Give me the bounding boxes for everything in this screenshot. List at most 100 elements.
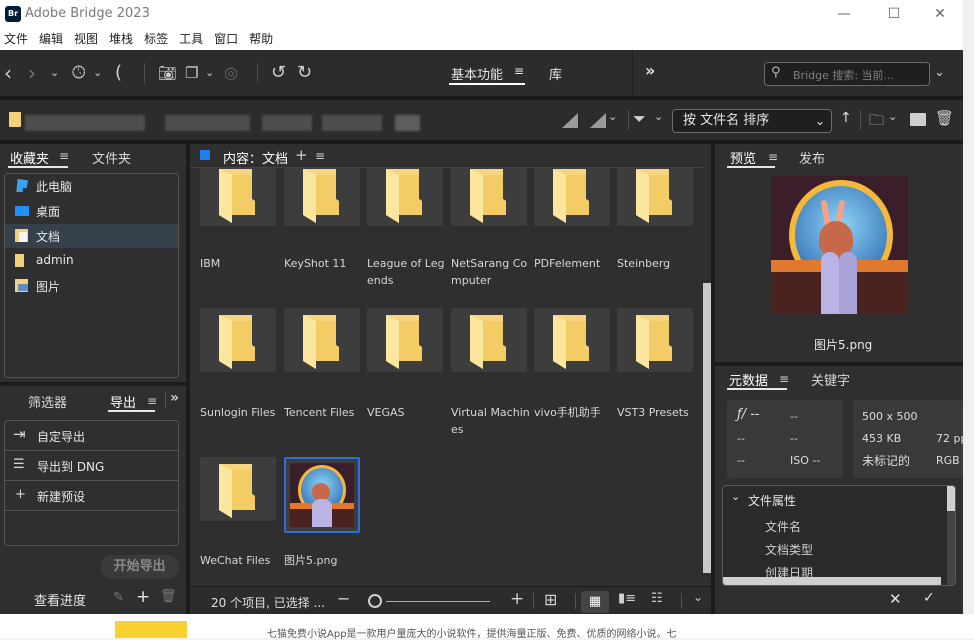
quality-icon[interactable]	[562, 113, 578, 128]
camera-import-icon[interactable]: 📷︎	[158, 50, 177, 96]
menu-stack[interactable]: 堆栈	[105, 30, 140, 50]
back-icon[interactable]: ‹	[4, 50, 12, 96]
workspace-tab-library[interactable]: 库	[549, 64, 562, 83]
folder-thumbnail[interactable]	[451, 168, 527, 226]
folder-thumbnail[interactable]	[451, 308, 527, 372]
tab-export[interactable]: 导出	[110, 392, 136, 411]
folder-thumbnail[interactable]	[534, 308, 610, 372]
path-segment-redacted[interactable]	[322, 115, 382, 131]
filter-rating-icon[interactable]: ⏷	[633, 109, 646, 129]
favorite-item-this-pc[interactable]: 此电脑	[5, 174, 178, 198]
folder-thumbnail[interactable]	[617, 168, 693, 226]
properties-hscroll-thumb[interactable]	[723, 577, 941, 585]
filter-dropdown-icon[interactable]: ⌄	[654, 110, 663, 123]
list-view-icon[interactable]: ☷	[651, 591, 663, 606]
menu-tools[interactable]: 工具	[175, 30, 210, 50]
path-segment-redacted[interactable]	[262, 115, 312, 131]
workspace-tab-essentials[interactable]: 基本功能	[451, 64, 503, 83]
folder-thumbnail[interactable]	[534, 168, 610, 226]
content-menu-icon[interactable]: ≡	[315, 149, 325, 163]
quality-dropdown-icon[interactable]: ⌄	[608, 110, 617, 123]
favorites-menu-icon[interactable]: ≡	[59, 149, 69, 163]
apply-icon[interactable]: ✓	[923, 590, 935, 606]
image-thumbnail[interactable]	[284, 457, 360, 533]
add-preset-icon[interactable]: +	[136, 587, 150, 607]
view-progress-link[interactable]: 查看进度	[34, 590, 86, 609]
folder-thumbnail[interactable]	[367, 168, 443, 226]
maximize-button[interactable]: ☐	[880, 4, 908, 26]
trash-icon[interactable]: 🗑︎	[935, 109, 954, 127]
export-item-custom[interactable]: ⇥ 自定导出	[5, 421, 178, 451]
lock-grid-icon[interactable]: ⊞	[544, 590, 557, 609]
start-export-button[interactable]: 开始导出	[100, 555, 179, 579]
tab-metadata[interactable]: 元数据	[729, 370, 768, 389]
menu-edit[interactable]: 编辑	[35, 30, 70, 50]
folder-thumbnail[interactable]	[200, 308, 276, 372]
path-segment-redacted[interactable]	[25, 115, 145, 131]
folder-thumbnail[interactable]	[284, 308, 360, 372]
new-folder-icon[interactable]	[910, 113, 926, 126]
zoom-in-icon[interactable]: +	[510, 589, 524, 609]
search-dropdown-icon[interactable]: ⌄	[934, 50, 945, 96]
panel-splitter[interactable]	[711, 140, 715, 614]
menu-window[interactable]: 窗口	[210, 30, 245, 50]
thumbnail-size-slider-knob[interactable]	[368, 594, 382, 608]
section-file-properties[interactable]: 文件属性	[748, 492, 796, 509]
panel-splitter[interactable]	[186, 140, 190, 614]
favorite-item-pictures[interactable]: 图片	[5, 274, 178, 298]
favorite-item-admin[interactable]: admin	[5, 249, 178, 273]
menu-label[interactable]: 标签	[140, 30, 175, 50]
history-icon[interactable]: 🕓︎	[72, 50, 85, 96]
more-workspaces-icon[interactable]: »	[645, 61, 655, 80]
folder-thumbnail[interactable]	[200, 168, 276, 226]
thumbnail-size-slider[interactable]	[386, 601, 490, 602]
sort-dropdown[interactable]: 按 文件名 排序 ⌄	[672, 109, 832, 133]
metadata-menu-icon[interactable]: ≡	[779, 372, 789, 386]
content-scrollbar[interactable]	[703, 168, 711, 586]
tab-keywords[interactable]: 关键字	[811, 370, 850, 389]
tab-publish[interactable]: 发布	[799, 148, 825, 167]
history-dropdown-icon[interactable]: ⌄	[93, 50, 102, 96]
menu-view[interactable]: 视图	[70, 30, 105, 50]
tab-folders[interactable]: 文件夹	[92, 148, 131, 167]
content-scrollbar-thumb[interactable]	[703, 283, 711, 573]
more-panels-icon[interactable]: »	[170, 390, 179, 406]
minimize-button[interactable]: —	[830, 4, 858, 26]
view-options-dropdown-icon[interactable]: ⌄	[693, 590, 703, 604]
tab-filter[interactable]: 筛选器	[28, 392, 67, 411]
boomerang-icon[interactable]: (	[115, 50, 122, 96]
delete-preset-icon[interactable]: 🗑︎	[160, 589, 177, 604]
search-icon[interactable]: ⚲	[771, 65, 781, 80]
folder-thumbnail[interactable]	[200, 457, 276, 521]
menu-help[interactable]: 帮助	[245, 30, 280, 50]
preview-image[interactable]	[771, 176, 908, 314]
export-item-dng[interactable]: ☰ 导出到 DNG	[5, 451, 178, 481]
camera-raw-icon[interactable]: ◎	[224, 50, 238, 96]
favorite-item-documents[interactable]: 文档	[5, 224, 178, 248]
folder-thumbnail[interactable]	[617, 308, 693, 372]
preview-menu-icon[interactable]: ≡	[768, 150, 778, 164]
chevron-down-icon[interactable]: ⌄	[731, 490, 740, 503]
stack-dropdown-icon[interactable]: ⌄	[205, 50, 214, 96]
path-segment-redacted[interactable]	[165, 115, 250, 131]
cancel-icon[interactable]: ✕	[889, 590, 902, 608]
rotate-left-icon[interactable]: ↺	[271, 50, 286, 96]
recent-dropdown-icon[interactable]: ⌄	[50, 50, 59, 96]
forward-icon[interactable]: ›	[28, 50, 36, 96]
details-view-icon[interactable]: ▮≡	[618, 591, 636, 606]
properties-vscroll-thumb[interactable]	[947, 486, 955, 511]
favorite-item-desktop[interactable]: 桌面	[5, 199, 178, 223]
thumbnail-view-icon[interactable]: ▦	[581, 591, 609, 613]
rotate-right-icon[interactable]: ↻	[297, 50, 312, 96]
folder-thumbnail[interactable]	[284, 168, 360, 226]
recent-folder-icon[interactable]: 🗀	[869, 110, 884, 135]
thumbnail-quality-icon[interactable]	[590, 113, 606, 128]
export-item-new-preset[interactable]: + 新建预设	[5, 481, 178, 511]
export-menu-icon[interactable]: ≡	[147, 394, 157, 408]
menu-file[interactable]: 文件	[0, 30, 35, 50]
tab-preview[interactable]: 预览	[730, 148, 756, 167]
workspace-menu-icon[interactable]: ≡	[514, 64, 524, 78]
path-segment-redacted[interactable]	[395, 115, 420, 131]
tab-favorites[interactable]: 收藏夹	[10, 148, 49, 167]
search-input[interactable]: ⚲ Bridge 搜索: 当前...	[764, 62, 930, 86]
